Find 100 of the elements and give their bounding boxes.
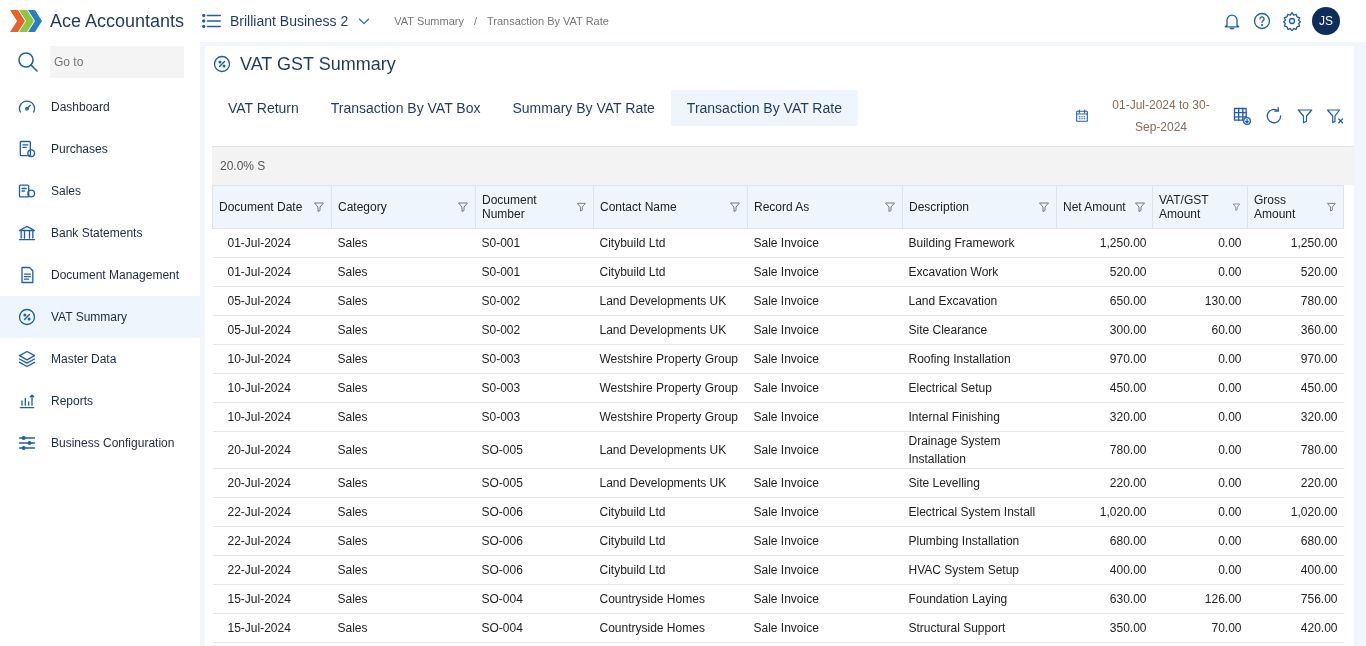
app-name: Ace Accountants — [50, 10, 185, 32]
column-header[interactable]: Gross Amount — [1247, 185, 1344, 229]
filter-icon — [1296, 107, 1314, 125]
table-cell: 780.00 — [1056, 431, 1153, 469]
table-cell: 650.00 — [1056, 286, 1153, 316]
sidebar-item[interactable]: Sales — [0, 170, 200, 212]
table-cell: 1,020.00 — [1056, 497, 1153, 527]
table-cell: 130.00 — [1152, 286, 1248, 316]
table-cell: Sales — [331, 228, 476, 258]
filter-icon[interactable] — [576, 201, 587, 213]
table-cell: 01-Jul-2024 — [212, 257, 332, 287]
table-cell: 05-Jul-2024 — [212, 286, 332, 316]
chevrons-logo-icon — [10, 10, 42, 32]
table-cell: S0-003 — [475, 344, 594, 374]
table-cell: 450.00 — [1247, 373, 1344, 403]
table-cell: 126.00 — [1152, 584, 1248, 614]
table-cell: Sales — [331, 555, 476, 585]
table-cell: Westshire Property Group — [593, 373, 748, 403]
go-to-field[interactable]: Go to — [50, 46, 184, 78]
table-cell: Building Framework — [902, 228, 1057, 258]
table-cell: 22-Jul-2024 — [212, 526, 332, 556]
table-cell: 0.00 — [1152, 228, 1248, 258]
table-cell: Structural Support — [902, 613, 1057, 643]
tab[interactable]: Transaction By VAT Box — [314, 90, 497, 126]
column-header[interactable]: VAT/GST Amount — [1152, 185, 1248, 229]
table-cell: SO-006 — [475, 497, 594, 527]
table-cell: Sales — [331, 431, 476, 469]
table-cell: Westshire Property Group — [593, 402, 748, 432]
business-selector[interactable]: Brilliant Business 2 — [230, 13, 373, 29]
settings-icon — [1282, 11, 1302, 31]
table-cell: 15-Jul-2024 — [212, 613, 332, 643]
table-cell: Electrical System Install — [902, 497, 1057, 527]
sidebar-item[interactable]: Purchases — [0, 128, 200, 170]
table-cell: Sale Invoice — [747, 431, 903, 469]
sidebar-item[interactable]: VAT Summary — [0, 296, 200, 338]
table-cell: 10-Jul-2024 — [212, 402, 332, 432]
filter-icon[interactable] — [884, 201, 896, 213]
filter-icon[interactable] — [1326, 201, 1337, 213]
column-header[interactable]: Description — [902, 185, 1057, 229]
sidebar-item[interactable]: Dashboard — [0, 86, 200, 128]
user-avatar[interactable]: JS — [1312, 7, 1340, 35]
column-header[interactable]: Category — [331, 185, 476, 229]
table-cell: 420.00 — [1247, 613, 1344, 643]
column-header[interactable]: Net Amount — [1056, 185, 1153, 229]
breadcrumb-item[interactable]: VAT Summary — [394, 15, 464, 27]
table-cell: Sale Invoice — [747, 257, 903, 287]
tab[interactable]: Transaction By VAT Rate — [670, 90, 858, 126]
sliders-icon — [17, 433, 37, 453]
filter-icon[interactable] — [729, 201, 741, 213]
table-cell: 300.00 — [1056, 315, 1153, 345]
table-cell: 350.00 — [1056, 613, 1153, 643]
table-cell: 450.00 — [1056, 373, 1153, 403]
filter-icon[interactable] — [1232, 201, 1241, 213]
table-cell: SO-006 — [475, 555, 594, 585]
table-cell: 0.00 — [1152, 402, 1248, 432]
table-cell: 320.00 — [1247, 402, 1344, 432]
sidebar-item[interactable]: Business Configuration — [0, 422, 200, 464]
table-cell: 1,020.00 — [1247, 497, 1344, 527]
column-header[interactable]: Document Number — [475, 185, 594, 229]
table-cell: 220.00 — [1247, 468, 1344, 498]
table-cell: Citybuild Ltd — [593, 497, 748, 527]
group-label: 20.0% S — [220, 159, 266, 173]
table-cell: Citybuild Ltd — [593, 257, 748, 287]
table-cell: 10-Jul-2024 — [212, 344, 332, 374]
table-cell: S0-001 — [475, 257, 594, 287]
table-cell: SO-006 — [475, 526, 594, 556]
table-cell: Sales — [331, 402, 476, 432]
table-cell: 0.00 — [1152, 373, 1248, 403]
filter-icon[interactable] — [1038, 201, 1050, 213]
date-range[interactable]: 01-Jul-2024 to 30-Sep-2024 — [1102, 94, 1220, 138]
column-header[interactable]: Document Date — [212, 185, 332, 229]
table-cell: 400.00 — [1247, 555, 1344, 585]
table-cell: Sale Invoice — [747, 286, 903, 316]
table-cell: Sale Invoice — [747, 613, 903, 643]
tab[interactable]: VAT Return — [212, 90, 315, 126]
sidebar-item[interactable]: Document Management — [0, 254, 200, 296]
sidebar-item[interactable]: Reports — [0, 380, 200, 422]
table-cell: SO-004 — [475, 584, 594, 614]
breadcrumb-item[interactable]: Transaction By VAT Rate — [487, 15, 609, 27]
breadcrumb-separator: / — [473, 15, 478, 27]
table-cell: Sales — [331, 526, 476, 556]
column-header[interactable]: Record As — [747, 185, 903, 229]
table-cell: Sales — [331, 257, 476, 287]
table-cell: Citybuild Ltd — [593, 228, 748, 258]
table-cell: Sales — [331, 613, 476, 643]
table-cell: 0.00 — [1152, 555, 1248, 585]
sidebar-item[interactable]: Master Data — [0, 338, 200, 380]
column-header[interactable]: Contact Name — [593, 185, 748, 229]
table-cell: Sale Invoice — [747, 497, 903, 527]
table-cell: 360.00 — [1247, 315, 1344, 345]
filter-icon[interactable] — [313, 201, 325, 213]
filter-icon[interactable] — [457, 201, 469, 213]
filter-icon[interactable] — [1134, 201, 1146, 213]
table-cell: Sales — [331, 315, 476, 345]
table-cell: Land Developments UK — [593, 286, 748, 316]
table-cell: 400.00 — [1056, 555, 1153, 585]
tab[interactable]: Summary By VAT Rate — [496, 90, 671, 126]
sidebar-item[interactable]: Bank Statements — [0, 212, 200, 254]
table-cell: 0.00 — [1152, 431, 1248, 469]
table-download-icon — [1232, 106, 1252, 126]
